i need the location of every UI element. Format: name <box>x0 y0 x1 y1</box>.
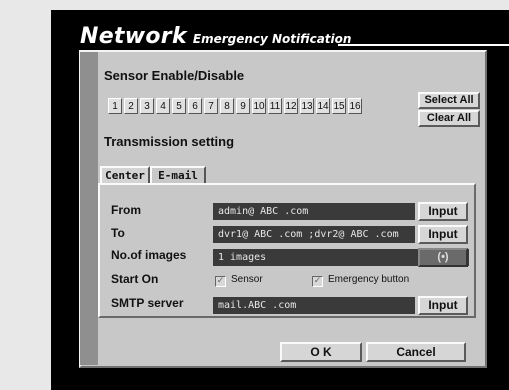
sensor-toggle-13[interactable]: 13 <box>300 98 314 114</box>
tab-email[interactable]: E-mail <box>150 166 206 184</box>
sensor-toggle-11[interactable]: 11 <box>268 98 282 114</box>
to-input-button[interactable]: Input <box>418 225 468 244</box>
sensor-toggle-10[interactable]: 10 <box>252 98 266 114</box>
from-field[interactable]: admin@ ABC .com <box>213 203 415 220</box>
sensor-toggle-4[interactable]: 4 <box>156 98 170 114</box>
from-label: From <box>111 203 141 217</box>
sensor-toggle-14[interactable]: 14 <box>316 98 330 114</box>
panel-side-strip <box>80 52 98 365</box>
ok-button[interactable]: O K <box>280 342 362 362</box>
smtp-field[interactable]: mail.ABC .com <box>213 297 415 314</box>
sensor-toggle-12[interactable]: 12 <box>284 98 298 114</box>
cancel-button[interactable]: Cancel <box>366 342 466 362</box>
title-sub: Emergency Notification <box>192 32 352 46</box>
select-all-button[interactable]: Select All <box>418 92 480 109</box>
sensor-toggle-row: 1 2 3 4 5 6 7 8 9 10 11 12 13 14 15 16 <box>108 98 364 116</box>
sensor-toggle-2[interactable]: 2 <box>124 98 138 114</box>
images-label: No.of images <box>111 248 187 262</box>
smtp-input-button[interactable]: Input <box>418 296 468 315</box>
emergency-checkbox[interactable]: ✓ <box>312 276 323 287</box>
sensor-toggle-3[interactable]: 3 <box>140 98 154 114</box>
sensor-toggle-15[interactable]: 15 <box>332 98 346 114</box>
images-spinner-button[interactable]: (•) <box>418 248 468 267</box>
sensor-toggle-8[interactable]: 8 <box>220 98 234 114</box>
sensor-checkbox-label: Sensor <box>231 274 263 285</box>
page-title: Network Emergency Notification <box>80 24 351 49</box>
sensor-toggle-6[interactable]: 6 <box>188 98 202 114</box>
smtp-label: SMTP server <box>111 296 184 310</box>
to-label: To <box>111 226 125 240</box>
sensor-toggle-7[interactable]: 7 <box>204 98 218 114</box>
emergency-checkbox-label: Emergency button <box>328 274 410 285</box>
clear-all-button[interactable]: Clear All <box>418 110 480 127</box>
sensor-toggle-16[interactable]: 16 <box>348 98 362 114</box>
tab-center[interactable]: Center <box>100 166 150 184</box>
sensor-toggle-1[interactable]: 1 <box>108 98 122 114</box>
title-underline <box>338 44 509 46</box>
sensor-toggle-5[interactable]: 5 <box>172 98 186 114</box>
sensor-section-label: Sensor Enable/Disable <box>104 68 245 83</box>
title-main: Network <box>80 24 187 49</box>
transmission-label: Transmission setting <box>104 134 235 149</box>
from-input-button[interactable]: Input <box>418 202 468 221</box>
start-on-label: Start On <box>111 272 159 286</box>
sensor-toggle-9[interactable]: 9 <box>236 98 250 114</box>
to-field[interactable]: dvr1@ ABC .com ;dvr2@ ABC .com <box>213 226 415 243</box>
sensor-checkbox[interactable]: ✓ <box>215 276 226 287</box>
